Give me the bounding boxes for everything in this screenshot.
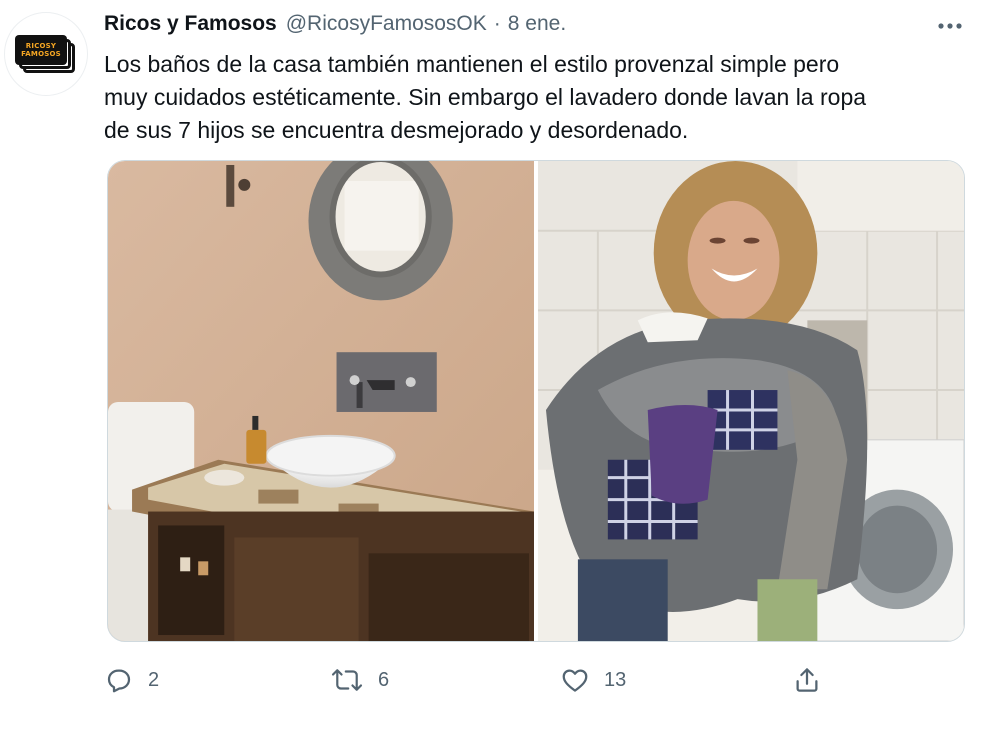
- share-button[interactable]: [792, 662, 822, 698]
- tweet-text-line: de sus 7 hijos se encuentra desmejorado …: [104, 117, 689, 143]
- tweet-date[interactable]: 8 ene.: [508, 12, 566, 36]
- retweet-count: 6: [378, 668, 390, 691]
- tweet-header: Ricos y Famosos @RicosyFamososOK · 8 ene…: [104, 12, 566, 42]
- retweet-icon: [331, 669, 363, 691]
- separator-dot: ·: [493, 12, 501, 35]
- retweet-button[interactable]: 6: [330, 662, 389, 698]
- share-icon: [796, 668, 818, 692]
- author-handle[interactable]: @RicosyFamososOK: [286, 12, 487, 36]
- like-button[interactable]: 13: [560, 662, 626, 698]
- author-display-name[interactable]: Ricos y Famosos: [104, 12, 277, 36]
- more-button[interactable]: [932, 14, 968, 38]
- tweet-media: [107, 160, 965, 642]
- ricos-y-famosos-logo: RICOSY FAMOSOS: [15, 35, 77, 73]
- like-icon: [562, 669, 588, 692]
- tweet: RICOSY FAMOSOS Ricos y Famosos @RicosyFa…: [0, 0, 989, 732]
- tweet-actions: 2 6 13: [104, 662, 964, 698]
- laundry-photo[interactable]: [538, 161, 964, 641]
- more-icon: [938, 23, 962, 29]
- reply-icon: [107, 669, 131, 693]
- bathroom-photo[interactable]: [108, 161, 534, 641]
- avatar[interactable]: RICOSY FAMOSOS: [4, 12, 88, 96]
- like-count: 13: [604, 668, 627, 691]
- tweet-text: Los baños de la casa también mantienen e…: [104, 48, 974, 147]
- tweet-text-line: muy cuidados estéticamente. Sin embargo …: [104, 84, 867, 110]
- tweet-text-line: Los baños de la casa también mantienen e…: [104, 51, 840, 77]
- reply-count: 2: [148, 668, 160, 691]
- reply-button[interactable]: 2: [104, 662, 159, 698]
